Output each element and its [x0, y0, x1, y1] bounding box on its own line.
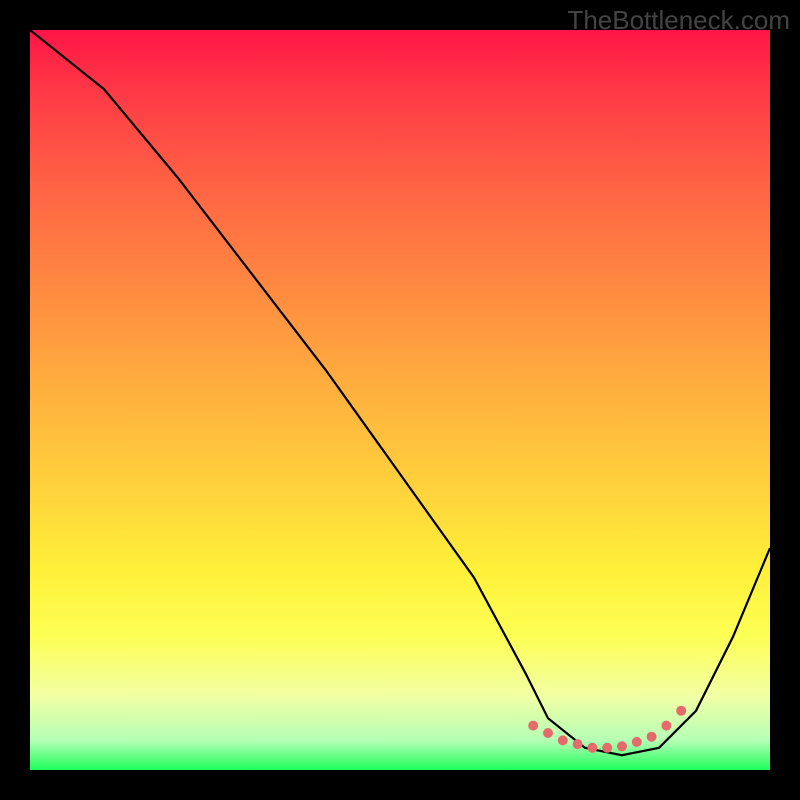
marker-dot — [661, 721, 671, 731]
marker-dot — [543, 728, 553, 738]
marker-dot — [587, 743, 597, 753]
plot-area — [30, 30, 770, 770]
chart-svg — [30, 30, 770, 770]
marker-dot — [647, 732, 657, 742]
marker-dot — [528, 721, 538, 731]
marker-dot — [632, 737, 642, 747]
chart-frame: TheBottleneck.com — [0, 0, 800, 800]
marker-dot — [573, 739, 583, 749]
marker-dot — [602, 743, 612, 753]
marker-dot — [558, 735, 568, 745]
marker-dot — [617, 741, 627, 751]
marker-dot — [676, 706, 686, 716]
curve-line — [30, 30, 770, 755]
